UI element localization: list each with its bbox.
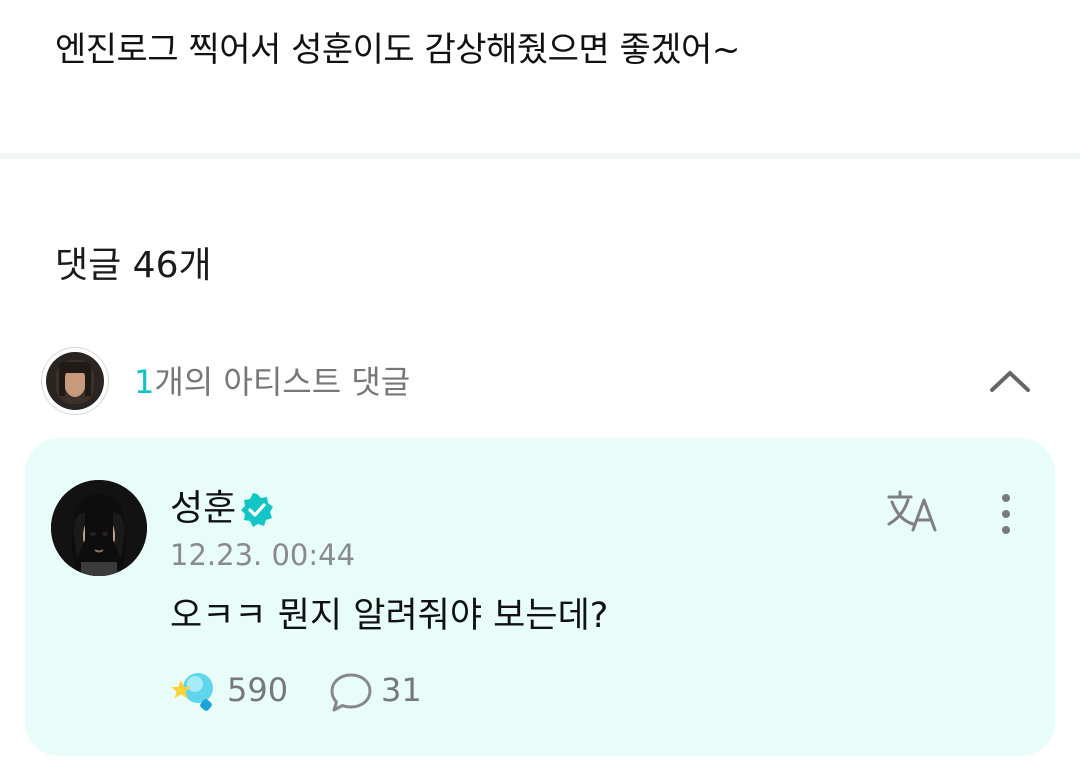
speech-bubble-icon[interactable] — [329, 672, 373, 714]
star-lightstick-icon[interactable] — [171, 670, 217, 712]
more-vertical-icon[interactable] — [991, 490, 1021, 538]
author-avatar[interactable] — [51, 480, 147, 576]
section-divider — [0, 153, 1080, 159]
artist-comments-toggle-row[interactable]: 1개의 아티스트 댓글 — [42, 348, 1042, 416]
artist-comments-label: 1개의 아티스트 댓글 — [134, 356, 410, 408]
post-text: 엔진로그 찍어서 성훈이도 감상해줬으면 좋겠어~ — [55, 30, 740, 70]
translate-icon[interactable] — [885, 488, 941, 536]
comment-timestamp: 12.23. 00:44 — [170, 538, 356, 572]
comment-body-text: 오ㅋㅋ 뭔지 알려줘야 보는데? — [170, 596, 609, 636]
comment-count-heading: 댓글 46개 — [55, 245, 212, 286]
reply-count: 31 — [381, 671, 422, 709]
artist-comments-label-text: 개의 아티스트 댓글 — [154, 363, 411, 401]
verified-badge-icon — [239, 492, 275, 528]
artist-avatar-thumbnail — [42, 348, 108, 414]
artist-comment-card: 성훈 12.23. 00:44 오ㅋㅋ 뭔지 알려줘야 보는데? 590 31 — [25, 438, 1055, 756]
like-count: 590 — [227, 671, 289, 709]
comment-author-name[interactable]: 성훈 — [170, 486, 236, 532]
chevron-up-icon[interactable] — [986, 358, 1034, 406]
artist-comment-count: 1 — [134, 363, 155, 401]
